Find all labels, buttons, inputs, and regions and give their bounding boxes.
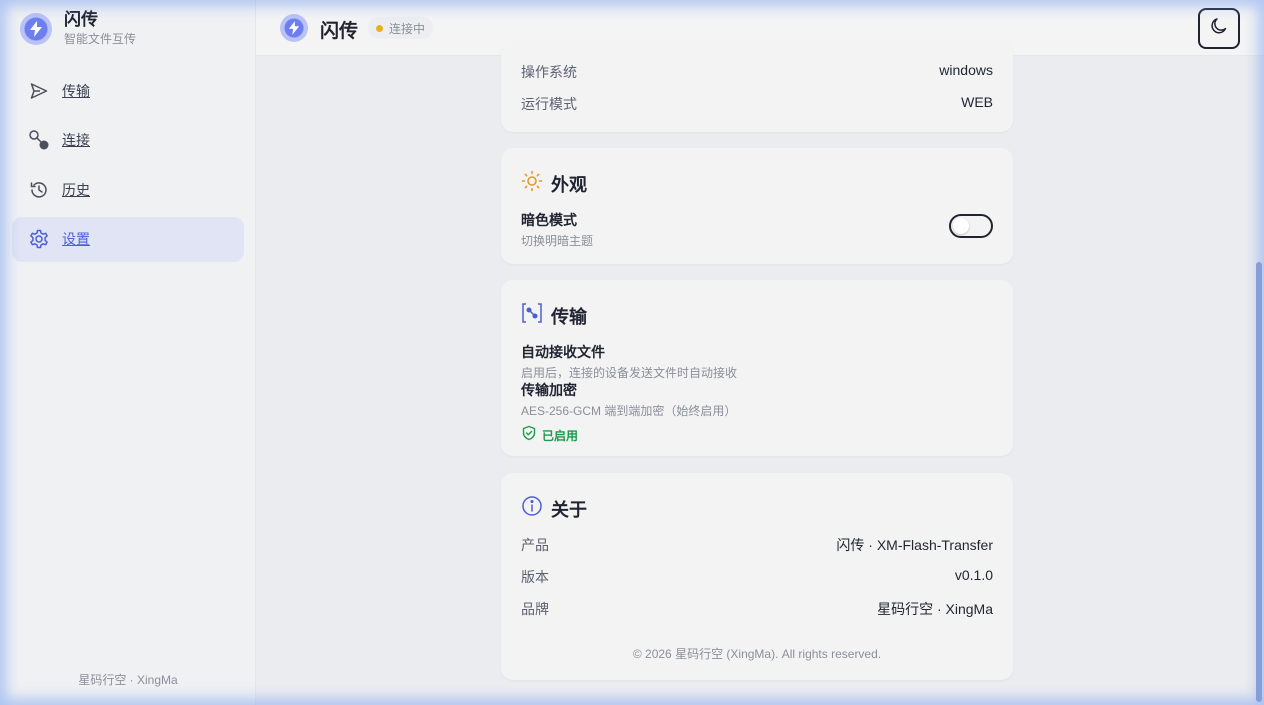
sidebar-item-connect[interactable]: 连接	[12, 118, 244, 163]
appearance-heading: 外观	[521, 170, 587, 197]
toggle-knob	[953, 218, 969, 234]
header-title: 闪传	[320, 21, 359, 42]
status-text: 连接中	[389, 21, 426, 36]
sidebar-item-label: 连接	[62, 132, 90, 148]
system-row-os: 操作系统 windows	[521, 62, 993, 80]
sidebar-item-label: 传输	[62, 82, 90, 99]
header-logo-icon	[280, 14, 308, 42]
sidebar-footer: 星码行空 · XingMa	[78, 673, 178, 687]
system-row-mode: 运行模式 WEB	[521, 94, 993, 112]
shield-check-icon	[521, 425, 537, 446]
connection-status-badge: 连接中	[368, 17, 434, 39]
sidebar: 闪传 智能文件互传 传输 连接 历史 设置 星码行空 · XingMa	[0, 0, 256, 705]
sidebar-nav: 传输 连接 历史 设置	[12, 68, 244, 266]
dark-mode-setting: 暗色模式 切换明暗主题	[521, 210, 593, 249]
brand: 闪传 智能文件互传	[20, 10, 136, 47]
sidebar-item-history[interactable]: 历史	[12, 167, 244, 212]
transfer-heading: 传输	[521, 302, 587, 329]
about-heading: 关于	[521, 495, 587, 522]
copyright-text: © 2026 星码行空 (XingMa). All rights reserve…	[632, 647, 882, 661]
transfer-scan-icon	[521, 302, 543, 329]
app-subtitle: 智能文件互传	[64, 32, 137, 46]
status-dot-icon	[376, 24, 383, 32]
sun-icon	[521, 170, 543, 197]
connection-icon	[28, 129, 50, 151]
about-row-version: 版本 v0.1.0	[521, 567, 993, 585]
appearance-card: 外观 暗色模式 切换明暗主题	[501, 148, 1013, 264]
dark-mode-desc: 切换明暗主题	[521, 234, 594, 248]
app-logo-icon	[20, 12, 52, 45]
transfer-card: 传输 自动接收文件 启用后，连接的设备发送文件时自动接收 传输加密 AES-25…	[501, 280, 1013, 456]
sidebar-item-label: 设置	[62, 231, 90, 247]
theme-toggle-button[interactable]	[1198, 8, 1240, 49]
main-scrollbar[interactable]	[1256, 262, 1262, 702]
history-icon	[28, 179, 50, 201]
encryption-setting: 传输加密 AES-256-GCM 端到端加密（始终启用） 已启用	[521, 380, 736, 446]
encryption-desc: AES-256-GCM 端到端加密（始终启用）	[521, 404, 737, 418]
appearance-title: 外观	[551, 174, 587, 195]
dark-mode-title: 暗色模式	[521, 212, 577, 228]
about-card: 关于 产品 闪传 · XM-Flash-Transfer 版本 v0.1.0 品…	[501, 473, 1013, 680]
about-row-brand: 品牌 星码行空 · XingMa	[521, 601, 993, 617]
gear-icon	[28, 228, 50, 250]
about-title: 关于	[551, 499, 587, 520]
system-info-card: 操作系统 windows 运行模式 WEB	[501, 40, 1013, 132]
sidebar-item-label: 历史	[62, 181, 90, 198]
app-name: 闪传	[64, 10, 98, 29]
encryption-title: 传输加密	[521, 382, 577, 398]
auto-receive-title: 自动接收文件	[521, 344, 605, 360]
encryption-status-text: 已启用	[542, 429, 579, 443]
send-icon	[28, 80, 50, 102]
sidebar-item-transfer[interactable]: 传输	[12, 68, 244, 113]
about-row-product: 产品 闪传 · XM-Flash-Transfer	[521, 537, 993, 553]
auto-receive-desc: 启用后，连接的设备发送文件时自动接收	[521, 366, 738, 380]
auto-receive-setting: 自动接收文件 启用后，连接的设备发送文件时自动接收	[521, 342, 737, 381]
info-icon	[521, 495, 543, 522]
moon-icon	[1209, 16, 1229, 41]
dark-mode-toggle[interactable]	[949, 214, 993, 238]
transfer-title: 传输	[551, 306, 587, 327]
sidebar-item-settings[interactable]: 设置	[12, 216, 244, 262]
encryption-status-badge: 已启用	[521, 425, 736, 446]
